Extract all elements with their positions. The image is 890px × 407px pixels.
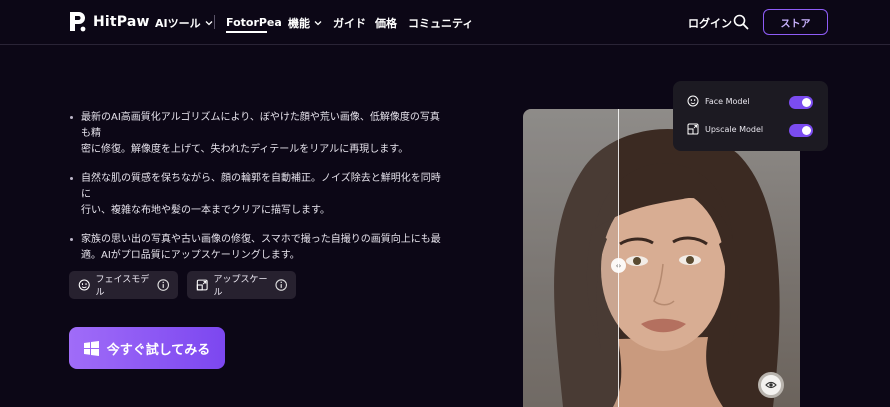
list-item: 最新のAI高画質化アルゴリズムにより、ぼやけた顔や荒い画像、低解像度の写真も精 … [68,110,443,158]
preview-toggle-button[interactable] [758,372,784,398]
nav-fotorpea-label: FotorPea [226,16,282,29]
face-icon [78,279,90,291]
nav-community-label: コミュニティ [408,16,474,30]
try-now-button[interactable]: 今すぐ試してみる [69,327,225,369]
hitpaw-logo-mark-icon [70,12,86,32]
bullet-line: 行い、複雑な布地や髪の一本までクリアに描写します。 [81,205,330,216]
list-item: 家族の思い出の写真や古い画像の修復、スマホで撮った自撮りの画質向上にも最 適。A… [68,232,443,264]
nav-features-label: 機能 [288,16,310,30]
upscale-icon [687,123,699,135]
upscale-chip-label: アップスケール [213,275,268,298]
logo-text: HitPaw [93,13,150,30]
top-navigation-bar: HitPaw AIツール FotorPea 機能 ガイド 価格 コミュニティ ロ… [0,0,890,45]
bullet-line: 家族の思い出の写真や古い画像の修復、スマホで撮った自撮りの画質向上にも最 [81,234,441,245]
bullet-line: 最新のAI高画質化アルゴリズムにより、ぼやけた顔や荒い画像、低解像度の写真も精 [81,112,440,139]
login-link[interactable]: ログイン [688,15,732,31]
list-item: 自然な肌の質感を保ちながら、顔の輪郭を自動補正。ノイズ除去と鮮明化を同時に 行い… [68,171,443,219]
search-icon[interactable] [733,14,749,30]
nav-ai-tools-label: AIツール [155,16,201,30]
bullet-dot [70,116,73,119]
info-icon[interactable] [156,278,170,292]
nav-ai-tools[interactable]: AIツール [155,15,213,31]
chevron-down-icon [205,20,213,25]
before-after-photo[interactable]: ‹› [523,109,800,407]
upscale-model-row: Upscale Model [687,123,763,135]
bullet-dot [70,238,73,241]
face-model-label: Face Model [705,96,750,106]
portrait-illustration [523,109,780,407]
upscale-model-label: Upscale Model [705,124,764,134]
face-model-toggle[interactable] [789,96,813,109]
upscale-icon [196,279,208,291]
nav-community[interactable]: コミュニティ [408,15,473,31]
bullet-line: 密に修復。解像度を上げて、失われたディテールをリアルに再現します。 [81,144,409,155]
nav-pricing[interactable]: 価格 [375,15,397,31]
store-button[interactable]: ストア [763,9,828,35]
nav-features[interactable]: 機能 [288,15,322,31]
nav-active-indicator [226,31,267,33]
chevron-down-icon [314,20,322,25]
try-now-label: 今すぐ試してみる [106,342,211,358]
nav-guide-label: ガイド [333,16,366,30]
info-icon[interactable] [274,278,287,292]
face-model-chip[interactable]: フェイスモデル [69,271,178,299]
face-model-chip-label: フェイスモデル [95,275,150,298]
toggle-knob [802,126,811,135]
compare-slider-handle[interactable]: ‹› [611,258,626,273]
eye-icon [765,381,777,389]
nav-fotorpea[interactable]: FotorPea [226,16,282,29]
nav-divider [214,15,215,29]
bullet-dot [70,177,73,180]
upscale-chip[interactable]: アップスケール [187,271,296,299]
windows-icon [83,340,99,356]
model-settings-panel: Face Model Upscale Model [673,81,828,151]
toggle-knob [802,98,811,107]
bullet-line: 自然な肌の質感を保ちながら、顔の輪郭を自動補正。ノイズ除去と鮮明化を同時に [81,173,441,200]
face-model-row: Face Model [687,95,750,107]
hitpaw-logo[interactable]: HitPaw [68,10,150,33]
face-icon [687,95,699,107]
bullet-line: 適。AIがプロ品質にアップスケーリングします。 [81,250,300,261]
nav-pricing-label: 価格 [375,16,397,30]
upscale-model-toggle[interactable] [789,124,813,137]
feature-bullet-list: 最新のAI高画質化アルゴリズムにより、ぼやけた顔や荒い画像、低解像度の写真も精 … [68,110,443,277]
nav-guide[interactable]: ガイド [333,15,366,31]
